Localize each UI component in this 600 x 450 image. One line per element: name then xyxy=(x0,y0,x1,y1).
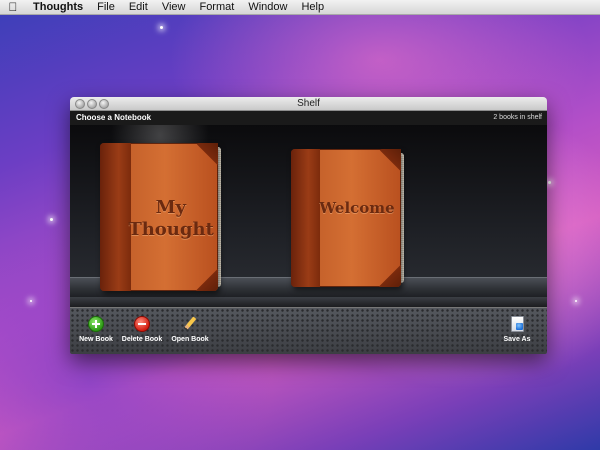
open-book-button[interactable]: Open Book xyxy=(171,316,209,343)
desktop-star xyxy=(50,218,53,221)
open-book-label: Open Book xyxy=(171,336,209,343)
save-as-button[interactable]: Save As xyxy=(502,316,532,343)
new-book-label: New Book xyxy=(79,336,113,343)
pencil-icon xyxy=(182,316,198,332)
apple-icon[interactable]:  xyxy=(0,0,26,14)
book-my-thought[interactable]: My Thought xyxy=(100,143,221,291)
book-corner xyxy=(379,149,401,171)
book-title-line1: My xyxy=(155,197,186,218)
menu-help[interactable]: Help xyxy=(294,0,331,15)
desktop-star xyxy=(160,26,163,29)
delete-book-button[interactable]: Delete Book xyxy=(121,316,163,343)
shelf-front xyxy=(70,297,547,307)
document-save-icon xyxy=(509,316,525,332)
bottom-toolbar: New Book Delete Book Open Book Save As xyxy=(70,307,547,354)
window-title: Shelf xyxy=(297,98,320,109)
menu-bar:  Thoughts File Edit View Format Window … xyxy=(0,0,600,15)
desktop-star xyxy=(575,300,577,302)
choose-notebook-label: Choose a Notebook xyxy=(76,113,152,122)
book-corner xyxy=(196,269,218,291)
add-icon xyxy=(88,316,104,332)
window-titlebar[interactable]: Shelf xyxy=(70,97,547,111)
book-count-label: 2 books in shelf xyxy=(493,114,542,121)
book-title-line2: Thought xyxy=(128,219,214,240)
menu-format[interactable]: Format xyxy=(192,0,241,15)
book-spine xyxy=(100,143,131,291)
delete-icon xyxy=(134,316,150,332)
desktop-star xyxy=(30,300,32,302)
book-title-line1: Welcome xyxy=(319,199,395,217)
book-spine xyxy=(291,149,320,287)
book-corner xyxy=(196,143,218,165)
shelf-window: Shelf Choose a Notebook 2 books in shelf… xyxy=(70,97,547,354)
bookshelf: My Thought Welcome xyxy=(70,125,547,307)
book-corner xyxy=(379,265,401,287)
menu-edit[interactable]: Edit xyxy=(122,0,155,15)
book-welcome[interactable]: Welcome xyxy=(291,149,404,287)
desktop-star xyxy=(548,181,551,184)
menu-window[interactable]: Window xyxy=(241,0,294,15)
menu-thoughts[interactable]: Thoughts xyxy=(26,0,90,15)
new-book-button[interactable]: New Book xyxy=(79,316,113,343)
menu-view[interactable]: View xyxy=(155,0,193,15)
shelf-header: Choose a Notebook 2 books in shelf xyxy=(70,111,547,125)
delete-book-label: Delete Book xyxy=(121,336,163,343)
menu-file[interactable]: File xyxy=(90,0,122,15)
save-as-label: Save As xyxy=(503,336,531,343)
